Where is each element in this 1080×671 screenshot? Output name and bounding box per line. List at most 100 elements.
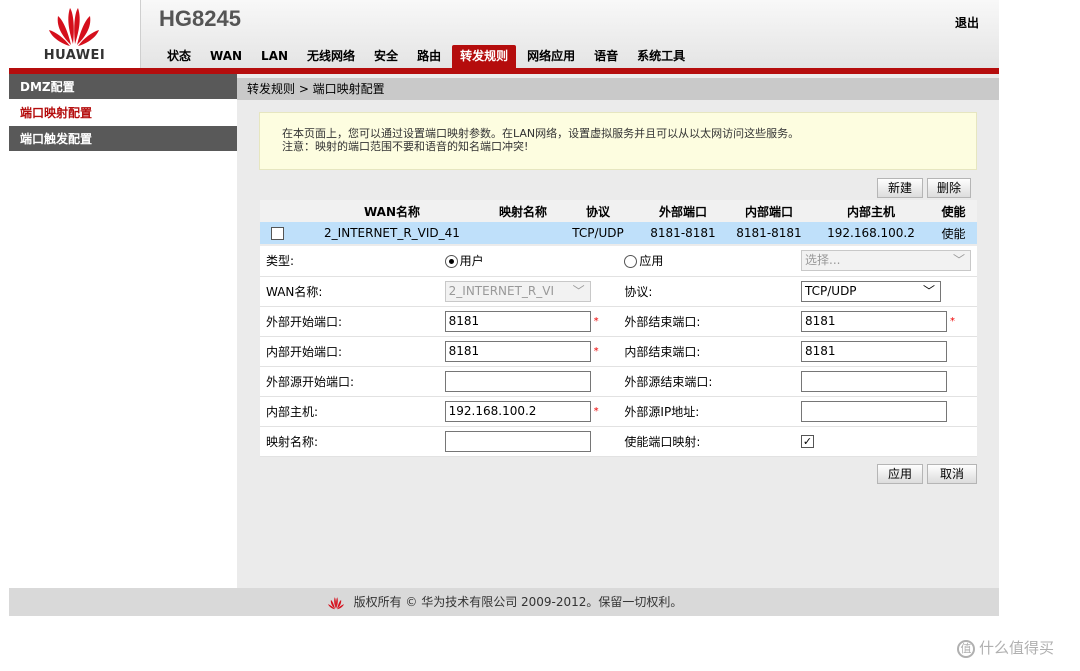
- enable-checkbox[interactable]: ✓: [801, 435, 814, 448]
- sidebar-item-port-mapping[interactable]: 端口映射配置: [9, 100, 237, 126]
- form-row: 映射名称: 使能端口映射: ✓: [260, 426, 977, 457]
- form-cell: [438, 426, 619, 457]
- map-name-label: 映射名称:: [260, 426, 439, 457]
- type-app-option[interactable]: 应用: [618, 246, 795, 277]
- nav-item-forward-rules[interactable]: 转发规则: [452, 45, 517, 68]
- chevron-down-icon: ﹀: [922, 283, 935, 298]
- divider: [140, 0, 141, 68]
- type-label: 类型:: [260, 246, 439, 277]
- huawei-petal-icon: [49, 8, 99, 46]
- column-header: 内部主机: [812, 200, 930, 222]
- form-row: 内部开始端口: 8181 * 内部结束端口: 8181: [260, 336, 977, 367]
- protocol-select[interactable]: TCP/UDP ﹀: [801, 280, 941, 302]
- row-select-cell: [260, 222, 294, 244]
- internal-host-input[interactable]: 192.168.100.2: [444, 400, 591, 422]
- chevron-down-icon: ﹀: [952, 253, 965, 268]
- table-cell: 8181-8181: [726, 222, 812, 244]
- table-header-row: WAN名称 映射名称 协议 外部端口 内部端口 内部主机 使能: [260, 200, 977, 222]
- protocol-select-value: TCP/UDP: [805, 283, 857, 298]
- nav-item-network-app[interactable]: 网络应用: [519, 45, 583, 68]
- nav-item-route[interactable]: 路由: [409, 45, 449, 68]
- table-cell: 使能: [930, 222, 977, 244]
- main-content: 转发规则 > 端口映射配置 在本页面上，您可以通过设置端口映射参数。在LAN网络…: [237, 74, 999, 588]
- nav-item-security[interactable]: 安全: [366, 45, 406, 68]
- form-cell: 选择... ﹀: [795, 246, 977, 277]
- ext-end-port-input[interactable]: 8181: [801, 310, 947, 332]
- row-checkbox[interactable]: [270, 227, 284, 240]
- column-header: 协议: [556, 200, 640, 222]
- form-cell: 192.168.100.2 *: [438, 396, 619, 427]
- main-nav: 状态 WAN LAN 无线网络 安全 路由 转发规则 网络应用 语音 系统工具: [159, 45, 696, 68]
- notice-line: 在本页面上，您可以通过设置端口映射参数。在LAN网络，设置虚拟服务并且可以从以太…: [282, 127, 800, 140]
- footer: 版权所有 © 华为技术有限公司 2009-2012。保留一切权利。: [9, 588, 999, 616]
- nav-item-system-tools[interactable]: 系统工具: [629, 45, 693, 68]
- type-app-radio[interactable]: [624, 255, 638, 269]
- wan-select[interactable]: 2_INTERNET_R_VI ﹀: [444, 280, 591, 302]
- protocol-label: 协议:: [618, 276, 795, 307]
- watermark-text: 什么值得买: [978, 639, 1054, 657]
- huawei-petal-icon: [327, 596, 344, 609]
- host-label: 内部主机:: [260, 396, 439, 427]
- type-app-label: 应用: [639, 254, 664, 269]
- form-cell: 2_INTERNET_R_VI ﹀: [438, 276, 619, 307]
- column-header: 映射名称: [490, 200, 556, 222]
- src-start-port-input[interactable]: [444, 370, 591, 392]
- chevron-down-icon: ﹀: [572, 283, 585, 298]
- type-user-label: 用户: [459, 254, 484, 269]
- table-cell: [490, 222, 556, 244]
- required-mark: *: [593, 315, 599, 327]
- wan-select-value: 2_INTERNET_R_VI: [448, 283, 555, 298]
- src-ip-input[interactable]: [801, 400, 947, 422]
- select-column-header: [260, 200, 294, 222]
- form-cell: [795, 396, 977, 427]
- column-header: 内部端口: [726, 200, 812, 222]
- int-start-port-input[interactable]: 8181: [444, 340, 591, 362]
- column-header: WAN名称: [294, 200, 490, 222]
- watermark-icon: 值: [956, 639, 975, 658]
- table-row[interactable]: 2_INTERNET_R_VID_41 TCP/UDP 8181-8181 81…: [260, 222, 977, 244]
- port-mapping-table: WAN名称 映射名称 协议 外部端口 内部端口 内部主机 使能 2_INTERN…: [260, 200, 977, 244]
- int-end-port-input[interactable]: 8181: [801, 340, 947, 362]
- int-end-label: 内部结束端口:: [618, 336, 795, 367]
- nav-item-status[interactable]: 状态: [159, 45, 199, 68]
- huawei-logo: HUAWEI: [9, 0, 140, 68]
- brand-name: HUAWEI: [43, 48, 106, 63]
- app-select-placeholder: 选择...: [805, 253, 841, 268]
- form-row: 内部主机: 192.168.100.2 * 外部源IP地址:: [260, 396, 977, 427]
- wan-label: WAN名称:: [260, 276, 439, 307]
- form-row: 外部源开始端口: 外部源结束端口:: [260, 366, 977, 397]
- map-name-input[interactable]: [444, 430, 591, 452]
- sidebar-item-port-trigger[interactable]: 端口触发配置: [9, 126, 237, 152]
- nav-item-wan[interactable]: WAN: [202, 45, 250, 68]
- form-cell: TCP/UDP ﹀: [795, 276, 977, 307]
- src-end-port-input[interactable]: [801, 370, 947, 392]
- enable-label: 使能端口映射:: [618, 426, 795, 457]
- required-mark: *: [593, 405, 599, 417]
- cancel-button[interactable]: 取消: [927, 464, 977, 484]
- apply-button[interactable]: 应用: [877, 464, 923, 484]
- app-select[interactable]: 选择... ﹀: [801, 250, 971, 272]
- logout-link[interactable]: 退出: [955, 14, 979, 31]
- int-start-label: 内部开始端口:: [260, 336, 439, 367]
- ext-start-port-input[interactable]: 8181: [444, 310, 591, 332]
- notice-warning: 注意：映射的端口范围不要和语音的知名端口冲突!: [282, 140, 529, 153]
- nav-item-wireless[interactable]: 无线网络: [299, 45, 363, 68]
- type-user-radio[interactable]: [444, 255, 458, 269]
- table-cell: 2_INTERNET_R_VID_41: [294, 222, 490, 244]
- new-button[interactable]: 新建: [877, 178, 923, 198]
- form-row: WAN名称: 2_INTERNET_R_VI ﹀ 协议: TCP/UDP ﹀: [260, 276, 977, 307]
- form-cell: [795, 366, 977, 397]
- form-cell: 8181 *: [438, 336, 619, 367]
- type-user-option[interactable]: 用户: [438, 246, 619, 277]
- sidebar-item-dmz[interactable]: DMZ配置: [9, 74, 237, 100]
- form-cell: 8181 *: [795, 306, 977, 337]
- nav-item-voice[interactable]: 语音: [586, 45, 626, 68]
- table-cell: 192.168.100.2: [812, 222, 930, 244]
- device-model: HG8245: [159, 6, 241, 31]
- ext-start-label: 外部开始端口:: [260, 306, 439, 337]
- form-cell: 8181: [795, 336, 977, 367]
- delete-button[interactable]: 删除: [927, 178, 971, 198]
- nav-item-lan[interactable]: LAN: [253, 45, 296, 68]
- table-cell: TCP/UDP: [556, 222, 640, 244]
- form-row: 外部开始端口: 8181 * 外部结束端口: 8181 *: [260, 306, 977, 337]
